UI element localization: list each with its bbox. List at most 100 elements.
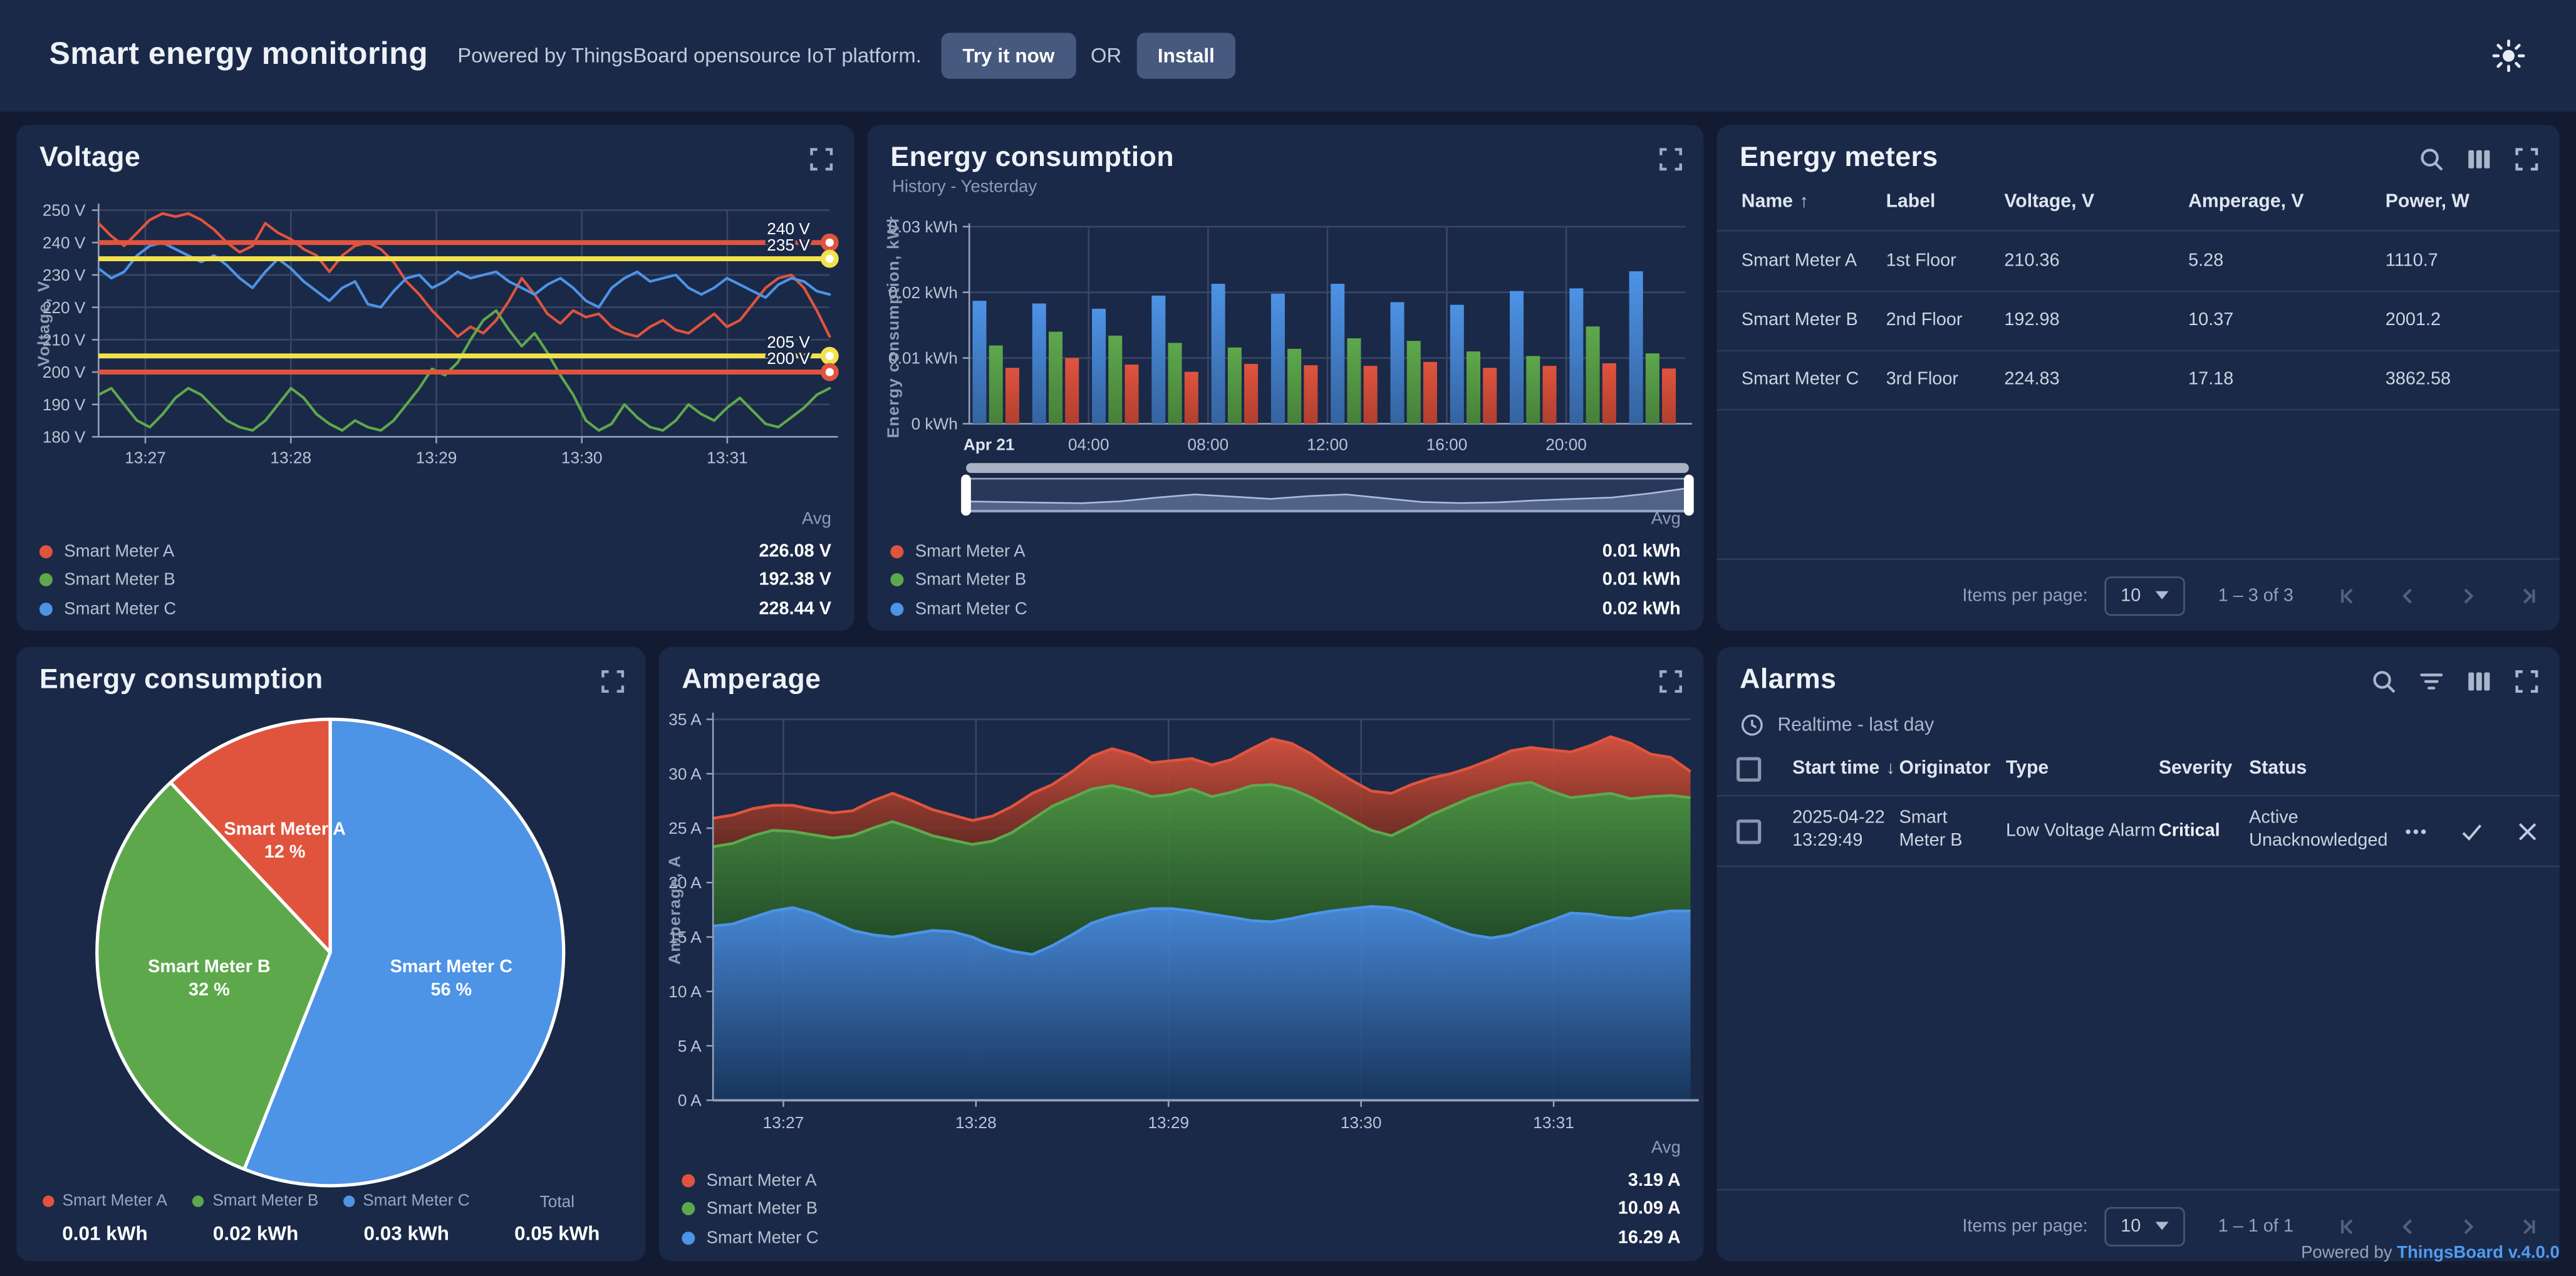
chevron-down-icon: [2156, 1222, 2169, 1230]
clear-close-icon[interactable]: [2515, 819, 2540, 843]
pie-chart[interactable]: Smart Meter C56 %Smart Meter B32 %Smart …: [16, 710, 645, 1196]
svg-text:240 V: 240 V: [43, 233, 86, 252]
legend-item-smart-meter-b[interactable]: Smart Meter B 0.01 kWh: [890, 566, 1680, 594]
last-page-button[interactable]: [2517, 1216, 2537, 1235]
slider-preview[interactable]: [966, 478, 1689, 512]
legend-item-smart-meter-b[interactable]: Smart Meter B 10.09 A: [682, 1195, 1680, 1223]
fullscreen-icon[interactable]: [1658, 668, 1684, 695]
energy-history-title: Energy consumption: [890, 141, 1174, 174]
cell-power: 1110.7: [2386, 251, 2560, 270]
acknowledge-check-icon[interactable]: [2459, 819, 2484, 843]
table-header-row: Start time↓ Originator Type Severity Sta…: [1716, 742, 2559, 795]
fullscreen-icon[interactable]: [600, 668, 626, 695]
page-size-value: 10: [2121, 586, 2141, 605]
voltage-legend: Avg Smart Meter A 226.08 V Smart Meter B…: [39, 509, 831, 624]
cell-originator: Smart Meter B: [1899, 808, 2006, 853]
column-voltage[interactable]: Voltage, V: [2004, 192, 2188, 212]
theme-toggle-sun-icon[interactable]: [2491, 38, 2527, 74]
column-severity[interactable]: Severity: [2159, 759, 2249, 778]
previous-page-button[interactable]: [2399, 586, 2418, 605]
search-icon[interactable]: [2418, 146, 2444, 172]
columns-icon[interactable]: [2466, 146, 2492, 172]
row-checkbox[interactable]: [1737, 819, 1761, 843]
legend-item-smart-meter-c[interactable]: Smart Meter C 228.44 V: [39, 595, 831, 624]
legend-value: 228.44 V: [759, 599, 831, 619]
fullscreen-icon[interactable]: [1658, 146, 1684, 172]
series-dot: [43, 1196, 54, 1207]
column-start-time[interactable]: Start time↓: [1792, 759, 1899, 778]
legend-value: 192.38 V: [759, 571, 831, 590]
alarm-row[interactable]: 2025-04-22 13:29:49 Smart Meter B Low Vo…: [1716, 795, 2559, 867]
last-page-button[interactable]: [2517, 586, 2537, 605]
column-type[interactable]: Type: [2006, 759, 2159, 778]
select-all-checkbox[interactable]: [1737, 756, 1761, 781]
install-button[interactable]: Install: [1136, 33, 1236, 78]
column-label[interactable]: Label: [1886, 192, 2005, 212]
pie-legend-item-smart-meter-b[interactable]: Smart Meter B 0.02 kWh: [180, 1186, 331, 1245]
time-range-slider[interactable]: [966, 463, 1689, 512]
alarms-timewindow[interactable]: Realtime - last day: [1740, 713, 1934, 737]
pie-legend-item-smart-meter-a[interactable]: Smart Meter A 0.01 kWh: [29, 1186, 180, 1245]
table-pagination: Items per page: 10 1 – 3 of 3: [1716, 558, 2559, 630]
table-row[interactable]: Smart Meter A 1st Floor 210.36 5.28 1110…: [1716, 230, 2559, 290]
pie-legend-item-smart-meter-c[interactable]: Smart Meter C 0.03 kWh: [331, 1186, 482, 1245]
svg-text:180 V: 180 V: [43, 428, 86, 447]
fullscreen-icon[interactable]: [2513, 146, 2540, 172]
previous-page-button[interactable]: [2399, 1216, 2418, 1235]
filter-icon[interactable]: [2418, 668, 2444, 695]
next-page-button[interactable]: [2458, 586, 2477, 605]
amperage-chart[interactable]: 35 A30 A25 A20 A15 A10 A5 A0 A13:2713:28…: [659, 706, 1704, 1143]
column-name[interactable]: Name↑: [1742, 192, 1886, 212]
columns-icon[interactable]: [2466, 668, 2492, 695]
first-page-button[interactable]: [2339, 1216, 2359, 1235]
slider-preview-chart: [968, 480, 1688, 511]
cell-voltage: 224.83: [2004, 370, 2188, 390]
page-size-select[interactable]: 10: [2104, 576, 2185, 615]
series-dot: [682, 1203, 695, 1216]
legend-item-smart-meter-b[interactable]: Smart Meter B 192.38 V: [39, 566, 831, 594]
table-row[interactable]: Smart Meter C 3rd Floor 224.83 17.18 386…: [1716, 350, 2559, 410]
cell-amperage: 5.28: [2188, 251, 2386, 270]
powered-by-label: Powered by: [2301, 1243, 2392, 1263]
cell-power: 2001.2: [2386, 311, 2560, 330]
column-status[interactable]: Status: [2249, 759, 2404, 778]
slider-track[interactable]: [966, 463, 1689, 473]
timewindow-label: History - Yesterday: [892, 177, 1037, 197]
slider-left-handle[interactable]: [961, 475, 971, 516]
legend-item-smart-meter-a[interactable]: Smart Meter A 226.08 V: [39, 537, 831, 566]
legend-item-smart-meter-c[interactable]: Smart Meter C 16.29 A: [682, 1224, 1680, 1253]
legend-value: 0.01 kWh: [29, 1222, 180, 1245]
search-icon[interactable]: [2371, 668, 2397, 695]
page-size-select[interactable]: 10: [2104, 1206, 2185, 1246]
page-range-label: 1 – 3 of 3: [2218, 586, 2293, 605]
thingsboard-version-link[interactable]: ThingsBoard v.4.0.0: [2397, 1243, 2560, 1263]
fullscreen-icon[interactable]: [808, 146, 834, 172]
fullscreen-icon[interactable]: [2513, 668, 2540, 695]
column-power[interactable]: Power, W: [2386, 192, 2560, 212]
slider-right-handle[interactable]: [1684, 475, 1694, 516]
legend-item-smart-meter-a[interactable]: Smart Meter A 0.01 kWh: [890, 537, 1680, 566]
energy-history-chart[interactable]: 0 kWh0.01 kWh0.02 kWh0.03 kWhApr 2104:00…: [881, 217, 1692, 463]
column-amperage[interactable]: Amperage, V: [2188, 192, 2386, 212]
svg-text:04:00: 04:00: [1068, 435, 1109, 454]
sort-asc-icon: ↑: [1799, 192, 1808, 212]
svg-text:10 A: 10 A: [668, 982, 702, 1001]
column-originator[interactable]: Originator: [1899, 759, 2006, 778]
svg-text:Energy consumption, kWh: Energy consumption, kWh: [883, 217, 902, 438]
table-row[interactable]: Smart Meter B 2nd Floor 192.98 10.37 200…: [1716, 290, 2559, 350]
series-dot: [39, 574, 53, 587]
legend-item-smart-meter-c[interactable]: Smart Meter C 0.02 kWh: [890, 595, 1680, 624]
svg-text:235 V: 235 V: [767, 236, 810, 254]
items-per-page-label: Items per page:: [1962, 586, 2087, 605]
legend-name: Smart Meter C: [915, 599, 1027, 619]
first-page-button[interactable]: [2339, 586, 2359, 605]
try-it-now-button[interactable]: Try it now: [941, 33, 1076, 78]
legend-item-smart-meter-a[interactable]: Smart Meter A 3.19 A: [682, 1166, 1680, 1195]
cell-amperage: 17.18: [2188, 370, 2386, 390]
legend-value: 0.01 kWh: [1602, 542, 1681, 561]
svg-text:Apr 21: Apr 21: [963, 435, 1015, 454]
series-dot: [682, 1174, 695, 1187]
more-actions-icon[interactable]: [2404, 819, 2428, 843]
next-page-button[interactable]: [2458, 1216, 2477, 1235]
voltage-chart[interactable]: 250 V240 V230 V220 V210 V200 V190 V180 V…: [29, 197, 841, 499]
